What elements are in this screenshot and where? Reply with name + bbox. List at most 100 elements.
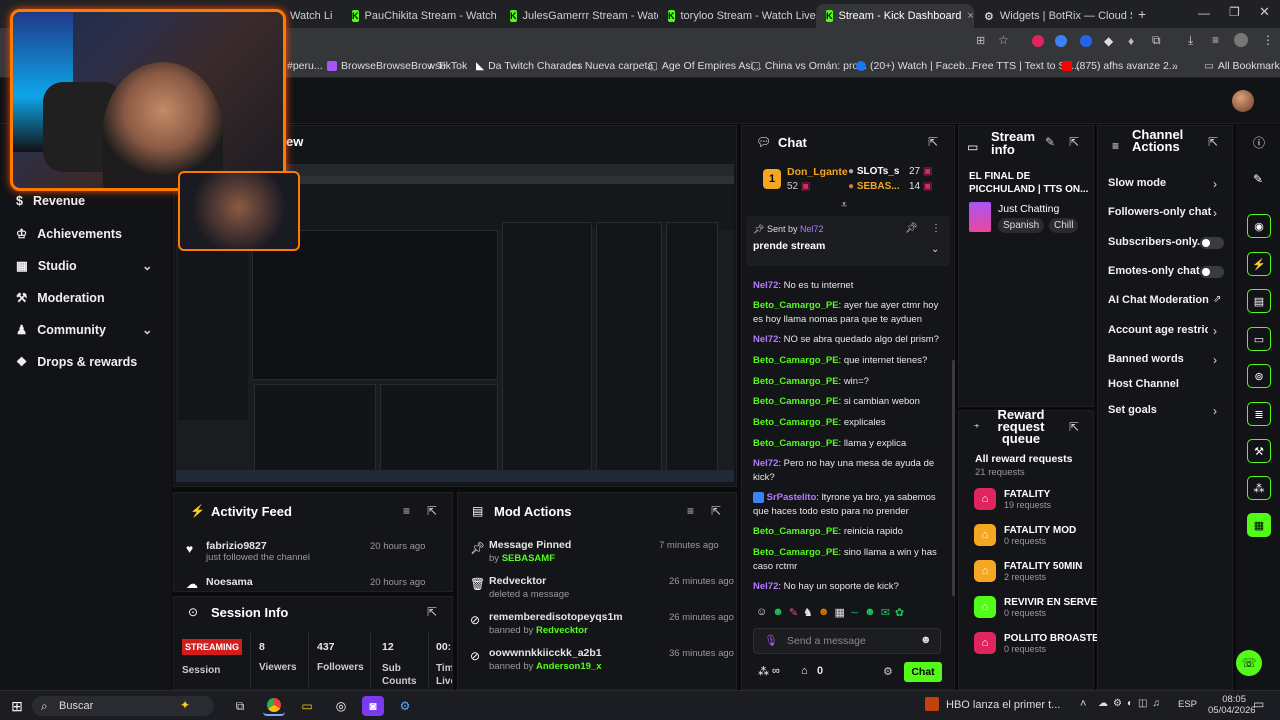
emote-icon[interactable]: ✉ [881,606,890,619]
chevron-down-icon[interactable]: ⌄ [931,244,939,255]
chat-username[interactable]: Nel72 [753,581,778,592]
chat-username[interactable]: Beto_Camargo_PE [753,417,839,428]
rail-lightning-icon[interactable]: ⚡ [1247,252,1271,276]
emoji-icon[interactable]: ☻ [920,634,932,646]
chevron-right-icon[interactable]: › [1213,324,1217,338]
info-icon[interactable]: ⓘ [1253,134,1265,151]
translate-icon[interactable]: ⊞ [976,34,985,47]
chat-username[interactable]: Beto_Camargo_PE [753,300,839,311]
chevron-right-icon[interactable]: › [1213,404,1217,418]
bookmark[interactable]: ♪ TikTok [428,60,467,72]
infinity-icon[interactable]: ∞ [772,665,780,677]
chat-scrollbar[interactable] [952,360,955,596]
more-options-icon[interactable]: ⋮ [931,223,941,234]
reward-item[interactable]: ⌂ REVIVIR EN SERVER 0 requests [974,596,1104,618]
file-explorer-icon[interactable]: ▭ [296,696,318,716]
sidebar-item-moderation[interactable]: ⚒ Moderation [16,290,105,306]
more-bookmarks-icon[interactable]: » [1172,60,1178,72]
mod-action-title[interactable]: Redvecktor [489,575,546,587]
feed-user[interactable]: fabrizio9827 [206,540,310,552]
steam-icon[interactable]: ⚙ [394,696,416,716]
popout-icon[interactable]: ⇱ [427,605,437,619]
popout-icon[interactable]: ⇱ [427,504,437,518]
account-age-restriction-button[interactable]: Account age restrictio [1108,324,1208,336]
chevron-right-icon[interactable]: › [1213,206,1217,220]
gifter-name[interactable]: SLOTs_s [857,166,900,177]
profile-avatar[interactable] [1234,33,1248,47]
emote-icon[interactable]: ✎ [789,606,798,619]
emote-icon[interactable]: ☺ [756,606,767,619]
emote-icon[interactable]: ▦ [834,606,844,619]
mod-action-user[interactable]: SEBASAMF [502,553,555,564]
mod-action-user[interactable]: Redvecktor [536,625,588,636]
emote-icon[interactable]: ☻ [818,606,830,619]
extension-icon[interactable] [1055,35,1067,47]
chevron-right-icon[interactable]: › [1213,353,1217,367]
browser-tab-active[interactable]: K Stream - Kick Dashboard × [816,4,974,28]
chat-input-box[interactable]: 🎙︎ Send a message ☻ [753,628,941,654]
ai-chat-moderation-button[interactable]: AI Chat Moderation [1108,294,1209,306]
reward-item[interactable]: ⌂ FATALITY 19 requests [974,488,1051,510]
bookmark[interactable]: #peru... [287,60,323,72]
extensions-puzzle-icon[interactable]: ⧉ [1152,33,1161,48]
download-icon[interactable]: ⤓ [1188,33,1193,48]
stream-category[interactable]: Just Chatting [998,203,1059,215]
reward-item[interactable]: ⌂ POLLITO BROASTER 0 requests [974,632,1106,654]
tray-icons[interactable]: ☁⚙◐◫♫ [1098,698,1165,709]
slow-mode-button[interactable]: Slow mode [1108,177,1166,189]
emote-icon[interactable]: ♞ [803,606,813,619]
chat-username[interactable]: Beto_Camargo_PE [753,355,839,366]
rail-chat-icon[interactable]: ▭ [1247,327,1271,351]
rail-channel-actions-icon[interactable]: ≣ [1247,402,1271,426]
menu-lines-icon[interactable]: ≡ [1212,33,1219,47]
chat-username[interactable]: Beto_Camargo_PE [753,376,839,387]
chat-bubble-fab-icon[interactable]: ☏ [1236,650,1262,676]
host-channel-button[interactable]: Host Channel [1108,378,1179,390]
browser-tab[interactable]: KPauChikita Stream - Watch Live× [342,4,500,28]
reward-item[interactable]: ⌂ FATALITY 50MIN 2 requests [974,560,1082,582]
close-tab-icon[interactable]: × [967,10,973,22]
sidebar-item-studio[interactable]: ▦ Studio ⌄ [16,258,166,274]
bookmark[interactable]: ◣ Da Twitch Charades [476,60,582,72]
chat-input-placeholder[interactable]: Send a message [787,635,866,647]
popout-icon[interactable]: ⇱ [928,135,938,149]
chevron-right-icon[interactable]: › [1213,177,1217,191]
emote-icon[interactable]: ∼ [850,606,859,619]
channel-points-icon[interactable]: ⁂ [758,665,769,678]
sidebar-item-revenue[interactable]: $ Revenue [16,194,85,208]
filter-icon[interactable]: ≡ [687,504,694,518]
chat-username[interactable]: Beto_Camargo_PE [753,547,839,558]
all-bookmarks[interactable]: ▭ All Bookmarks [1204,60,1280,72]
chat-username[interactable]: Beto_Camargo_PE [753,396,839,407]
browser-tab[interactable]: KJulesGamerrr Stream - Watch Li× [500,4,658,28]
external-link-icon[interactable]: ⇗ [1213,294,1221,305]
browser-menu-icon[interactable]: ⋮ [1262,33,1274,47]
chat-username[interactable]: Nel72 [753,280,778,291]
rail-broadcast-icon[interactable]: ⊚ [1247,364,1271,388]
emote-icon[interactable]: ✿ [895,606,904,619]
sidebar-item-achievements[interactable]: ♔ Achievements [16,226,122,242]
mod-action-title[interactable]: rememberedisotopeyqs1m [489,611,623,623]
rail-document-icon[interactable]: ▤ [1247,289,1271,313]
reward-item[interactable]: ⌂ FATALITY MOD 0 requests [974,524,1076,546]
popout-icon[interactable]: ⇱ [711,504,721,518]
browser-tab[interactable]: Ktoryloo Stream - Watch Live or× [658,4,816,28]
streaming-app-icon[interactable]: ◙ [362,696,384,716]
edit-pencil-icon[interactable]: ✎ [1253,172,1263,186]
chat-username[interactable]: Beto_Camargo_PE [753,526,839,537]
filter-icon[interactable]: ≡ [403,504,410,518]
send-chat-button[interactable]: Chat [904,662,942,682]
news-headline[interactable]: HBO lanza el primer t... [946,699,1060,711]
extension-icon[interactable] [1080,35,1092,47]
bookmark[interactable]: ▭ Nueva carpeta [571,60,653,72]
subscribers-only-toggle[interactable] [1200,237,1224,249]
language-indicator[interactable]: ESP [1178,699,1197,710]
extension-icon[interactable] [1032,35,1044,47]
banned-words-button[interactable]: Banned words [1108,353,1184,365]
unpin-icon[interactable]: 📌︎ [905,223,918,234]
settings-gear-icon[interactable]: ⚙ [883,665,893,678]
bookmark[interactable]: (875) afhs avanze 2... [1062,60,1178,72]
browser-tab[interactable]: Watch Li× [280,4,338,28]
rail-wrench-icon[interactable]: ⚒ [1247,439,1271,463]
popout-icon[interactable]: ⇱ [1208,135,1218,149]
